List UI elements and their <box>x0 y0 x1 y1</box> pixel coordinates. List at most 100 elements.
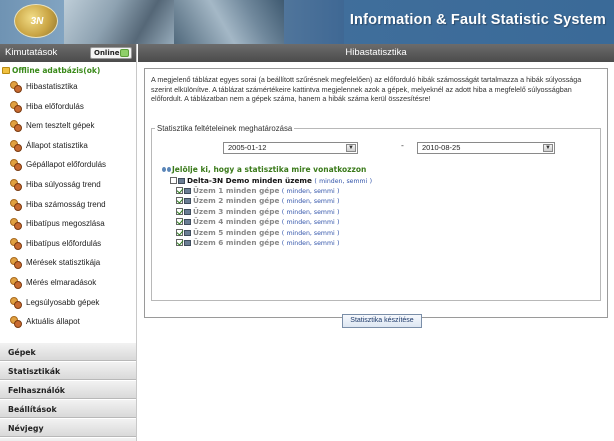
people-icon <box>9 198 22 211</box>
plant-row: Üzem 3 minden gépe ( minden, semmi ) <box>176 207 340 217</box>
date-to-select[interactable]: 2010-08-25 ▼ <box>417 142 555 154</box>
sidebar-item-label: Hiba súlyosság trend <box>26 179 101 189</box>
sidebar-item[interactable]: Hiba előfordulás <box>0 97 136 117</box>
select-all-link[interactable]: minden <box>319 178 342 185</box>
sidebar-item-label: Mérések statisztikája <box>26 258 101 268</box>
tree-root-offline-db[interactable]: Offline adatbázis(ok) <box>0 65 136 77</box>
paren-close: ) <box>337 208 340 216</box>
people-icon <box>9 100 22 113</box>
people-icon <box>9 159 22 172</box>
select-none-link[interactable]: semmi <box>314 188 335 195</box>
tree-root-label: Offline adatbázis(ok) <box>12 66 101 75</box>
select-none-link[interactable]: semmi <box>346 178 367 185</box>
content-box: A megjelenő táblázat egyes sorai (a beál… <box>144 68 608 328</box>
node-name: Üzem 5 minden gépe <box>193 227 280 237</box>
node-name: Üzem 2 minden gépe <box>193 196 280 206</box>
select-checkbox[interactable] <box>170 177 177 184</box>
binoculars-icon <box>162 165 171 174</box>
paren-close: ) <box>337 188 340 195</box>
chevron-down-icon: ▼ <box>543 144 553 152</box>
app-title: Information & Fault Statistic System <box>349 12 606 28</box>
select-checkbox[interactable] <box>176 207 183 215</box>
people-icon <box>9 276 22 289</box>
date-to-value: 2010-08-25 <box>422 143 461 152</box>
sidebar-item[interactable]: Hiba számosság trend <box>0 195 136 215</box>
refresh-icon <box>120 49 129 57</box>
sidebar-section[interactable]: Felhasználók <box>0 380 136 399</box>
sidebar-item-label: Mérés elmaradások <box>26 277 97 287</box>
paren-open: ( <box>281 188 285 195</box>
paren-open: ( <box>281 219 285 227</box>
sidebar-item[interactable]: Aktuális állapot <box>0 312 136 332</box>
node-name: Üzem 4 minden gépe <box>193 217 280 227</box>
people-icon <box>9 237 22 250</box>
node-name: Üzem 6 minden gépe <box>193 238 280 247</box>
report-tree: Offline adatbázis(ok) Hibastatisztika Hib… <box>0 62 136 342</box>
page-title: Hibastatisztika <box>138 44 614 62</box>
criteria-legend: Statisztika feltételeinek meghatározása <box>157 124 293 133</box>
sidebar-item-label: Hibatípus megoszlása <box>26 219 105 229</box>
paren-close: ) <box>337 219 340 227</box>
paren-open: ( <box>314 178 317 185</box>
sidebar-item[interactable]: Mérés elmaradások <box>0 273 136 293</box>
sidebar-item[interactable]: Nem tesztelt gépek <box>0 116 136 136</box>
sidebar-section[interactable]: Statisztikák <box>0 361 136 380</box>
paren-open: ( <box>281 240 285 247</box>
sidebar-item-label: Legsúlyosabb gépek <box>26 297 100 307</box>
make-statistics-button[interactable]: Statisztika készítése <box>342 314 422 328</box>
sidebar-item[interactable]: Hibatípus megoszlása <box>0 214 136 234</box>
sidebar-item[interactable]: Hiba súlyosság trend <box>0 175 136 195</box>
select-checkbox[interactable] <box>176 218 183 226</box>
select-all-link[interactable]: minden <box>287 209 310 216</box>
sidebar-sections: Gépek Statisztikák Felhasználók Beállítások… <box>0 342 136 441</box>
sidebar-item[interactable]: Hibastatisztika <box>0 77 136 97</box>
banner-photo <box>64 0 174 44</box>
select-all-link[interactable]: minden <box>287 230 310 237</box>
criteria-fieldset: Statisztika feltételeinek meghatározása … <box>151 124 601 328</box>
select-none-link[interactable]: semmi <box>314 219 335 226</box>
sidebar-item[interactable]: Legsúlyosabb gépek <box>0 293 136 313</box>
logo-text: 3N <box>30 16 44 27</box>
node-name: Üzem 3 minden gépe <box>193 206 280 216</box>
select-all-link[interactable]: minden <box>287 188 310 195</box>
factory-icon <box>184 198 191 205</box>
people-icon <box>9 139 22 152</box>
online-toggle[interactable]: Online <box>90 47 132 59</box>
select-none-link[interactable]: semmi <box>314 209 335 216</box>
factory-icon <box>184 188 191 194</box>
sidebar-item[interactable]: Gépállapot előfordulás <box>0 155 136 175</box>
paren-close: ) <box>337 198 340 206</box>
sidebar-section[interactable]: Kijelentkezés <box>0 437 136 441</box>
paren-close: ) <box>369 178 373 185</box>
sidebar-item-label: Nem tesztelt gépek <box>26 121 95 131</box>
people-icon <box>9 316 22 329</box>
sidebar-item[interactable]: Mérések statisztikája <box>0 253 136 273</box>
sidebar-item-label: Állapot statisztika <box>26 140 88 150</box>
people-icon <box>9 257 22 270</box>
date-from-value: 2005-01-12 <box>228 143 267 152</box>
banner-photo <box>174 0 284 44</box>
sidebar-item[interactable]: Állapot statisztika <box>0 136 136 156</box>
folder-icon <box>2 67 10 74</box>
select-all-link[interactable]: minden <box>287 240 310 247</box>
sidebar-section[interactable]: Beállítások <box>0 399 136 418</box>
select-checkbox[interactable] <box>176 197 183 205</box>
banner-photo <box>284 0 344 44</box>
selection-prompt: Jelölje ki, hogy a statisztika mire vona… <box>162 165 366 174</box>
date-from-select[interactable]: 2005-01-12 ▼ <box>223 142 358 154</box>
select-none-link[interactable]: semmi <box>314 230 335 237</box>
select-all-link[interactable]: minden <box>287 219 310 226</box>
select-none-link[interactable]: semmi <box>314 240 335 247</box>
people-icon <box>9 178 22 191</box>
main-panel: Hibastatisztika A megjelenő táblázat egy… <box>138 44 614 441</box>
sidebar-item[interactable]: Hibatípus előfordulás <box>0 234 136 254</box>
select-checkbox[interactable] <box>176 239 183 246</box>
select-none-link[interactable]: semmi <box>314 198 335 205</box>
factory-icon <box>184 208 191 215</box>
factory-icon <box>184 240 191 246</box>
sidebar-section[interactable]: Gépek <box>0 342 136 361</box>
select-all-link[interactable]: minden <box>287 198 310 205</box>
select-checkbox[interactable] <box>176 187 183 194</box>
sidebar-section[interactable]: Névjegy <box>0 418 136 437</box>
select-checkbox[interactable] <box>176 228 183 236</box>
